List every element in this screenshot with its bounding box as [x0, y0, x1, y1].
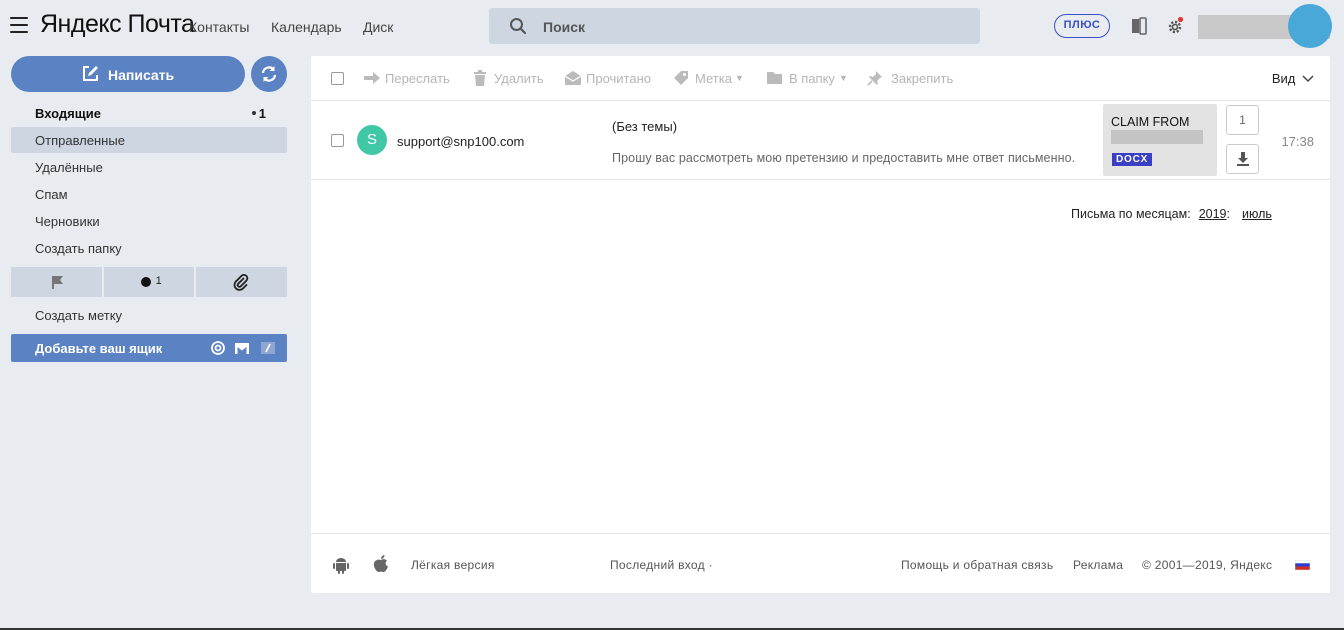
- sender-avatar: S: [357, 125, 387, 155]
- compose-button[interactable]: Написать: [11, 56, 245, 92]
- archive-year-suffix: :: [1226, 207, 1230, 221]
- theme-icon[interactable]: [1129, 16, 1149, 36]
- mark-read-label: Прочитано: [586, 71, 651, 86]
- attachment-name-redacted: [1111, 130, 1203, 144]
- pin-label: Закрепить: [891, 71, 954, 86]
- attachment-preview[interactable]: CLAIM FROM DOCX: [1103, 104, 1217, 176]
- delete-label: Удалить: [494, 71, 544, 86]
- select-all-checkbox[interactable]: [331, 72, 344, 85]
- filter-unread[interactable]: 1: [103, 267, 195, 297]
- attachment-name: CLAIM FROM: [1111, 115, 1190, 129]
- folder-inbox[interactable]: Входящие 1: [11, 100, 287, 126]
- footer: Лёгкая версия Последний вход · Помощь и …: [311, 533, 1330, 593]
- forward-label: Переслать: [385, 71, 450, 86]
- menu-icon[interactable]: [10, 17, 28, 33]
- create-folder-link[interactable]: Создать папку: [11, 235, 287, 261]
- logo[interactable]: Яндекс Почта: [40, 10, 195, 39]
- filter-flagged[interactable]: [11, 267, 102, 297]
- language-flag-icon[interactable]: [1295, 560, 1310, 570]
- folder-label: Удалённые: [35, 160, 103, 175]
- sender-email[interactable]: support@snp100.com: [397, 134, 524, 149]
- add-mailbox-label: Добавьте ваш ящик: [35, 341, 163, 356]
- search-placeholder: Поиск: [543, 19, 586, 35]
- nav-disk[interactable]: Диск: [363, 19, 393, 35]
- search-icon: [510, 18, 527, 35]
- nav-contacts[interactable]: Контакты: [189, 19, 249, 35]
- quick-filters: 1: [11, 267, 288, 297]
- apple-icon[interactable]: [372, 554, 390, 574]
- chevron-down-icon: ▼: [839, 73, 848, 83]
- move-to-folder-label: В папку: [789, 71, 835, 86]
- avatar[interactable]: [1288, 4, 1332, 48]
- pencil-icon: [83, 66, 98, 81]
- paperclip-icon: [233, 273, 249, 291]
- create-label-link[interactable]: Создать метку: [11, 302, 287, 328]
- message-list-panel: Переслать Удалить Прочитано Метка ▼ В па…: [311, 56, 1330, 593]
- message-snippet[interactable]: Прошу вас рассмотреть мою претензию и пр…: [612, 151, 1075, 165]
- refresh-button[interactable]: [251, 56, 287, 92]
- compose-label: Написать: [108, 67, 175, 83]
- unread-filter-count: 1: [155, 275, 162, 287]
- folder-sent[interactable]: Отправленные: [11, 127, 287, 153]
- download-icon: [1236, 152, 1249, 166]
- trash-icon: [474, 70, 486, 86]
- plus-button[interactable]: ПЛЮС: [1054, 14, 1110, 38]
- ads-link[interactable]: Реклама: [1073, 558, 1123, 572]
- nav-calendar[interactable]: Календарь: [271, 19, 342, 35]
- at-icon: [211, 341, 225, 355]
- message-time: 17:38: [1281, 134, 1314, 149]
- tag-icon: [674, 71, 688, 85]
- folder-label: Отправленные: [35, 133, 125, 148]
- folder-label: Черновики: [35, 214, 100, 229]
- toolbar: Переслать Удалить Прочитано Метка ▼ В па…: [311, 56, 1330, 101]
- archive-month-link[interactable]: июль: [1242, 207, 1272, 221]
- copyright-text: © 2001—2019, Яндекс: [1142, 558, 1273, 572]
- unread-count: 1: [258, 106, 266, 121]
- pin-icon: [867, 71, 882, 86]
- logo-mail: Почта: [127, 10, 195, 38]
- chevron-down-icon: [1302, 75, 1314, 83]
- create-label-text: Создать метку: [35, 308, 123, 323]
- message-checkbox[interactable]: [331, 134, 344, 147]
- other-mail-icon: [261, 342, 275, 354]
- unread-dot: [252, 111, 256, 115]
- archive-by-month: Письма по месяцам: 2019: июль: [1071, 207, 1272, 221]
- label-label: Метка: [695, 71, 732, 86]
- folder-label: Создать папку: [35, 241, 122, 256]
- header: Яндекс Почта Контакты Календарь Диск Пои…: [0, 0, 1344, 52]
- add-mailbox-button[interactable]: Добавьте ваш ящик: [11, 334, 287, 362]
- gmail-icon: [235, 343, 249, 354]
- chevron-down-icon: ▼: [735, 73, 744, 83]
- envelope-open-icon: [564, 71, 582, 85]
- folder-drafts[interactable]: Черновики: [11, 208, 287, 234]
- folder-deleted[interactable]: Удалённые: [11, 154, 287, 180]
- flag-icon: [52, 276, 63, 289]
- message-row[interactable]: S support@snp100.com (Без темы) Прошу ва…: [311, 101, 1330, 180]
- folder-icon: [767, 72, 782, 84]
- forward-icon: [364, 72, 380, 84]
- filter-attachments[interactable]: [196, 267, 288, 297]
- view-label: Вид: [1271, 71, 1296, 86]
- refresh-icon: [261, 66, 277, 82]
- unread-dot-icon: [140, 277, 151, 287]
- help-link[interactable]: Помощь и обратная связь: [901, 558, 1053, 572]
- search-bar[interactable]: Поиск: [489, 8, 980, 44]
- archive-year-link[interactable]: 2019: [1199, 207, 1227, 221]
- attachment-count-button[interactable]: 1: [1226, 105, 1259, 135]
- view-dropdown[interactable]: Вид: [1272, 71, 1314, 86]
- folder-label: Входящие: [35, 106, 101, 121]
- android-icon[interactable]: [332, 556, 350, 574]
- settings-icon[interactable]: [1165, 16, 1185, 36]
- logo-yandex: Яндекс: [40, 10, 122, 38]
- folder-spam[interactable]: Спам: [11, 181, 287, 207]
- archive-label: Письма по месяцам:: [1071, 207, 1191, 221]
- download-button[interactable]: [1226, 144, 1259, 174]
- file-type-badge: DOCX: [1112, 153, 1153, 166]
- light-version-link[interactable]: Лёгкая версия: [411, 558, 495, 572]
- last-login-text: Последний вход ·: [610, 558, 713, 572]
- folder-label: Спам: [35, 187, 68, 202]
- message-subject[interactable]: (Без темы): [612, 119, 677, 134]
